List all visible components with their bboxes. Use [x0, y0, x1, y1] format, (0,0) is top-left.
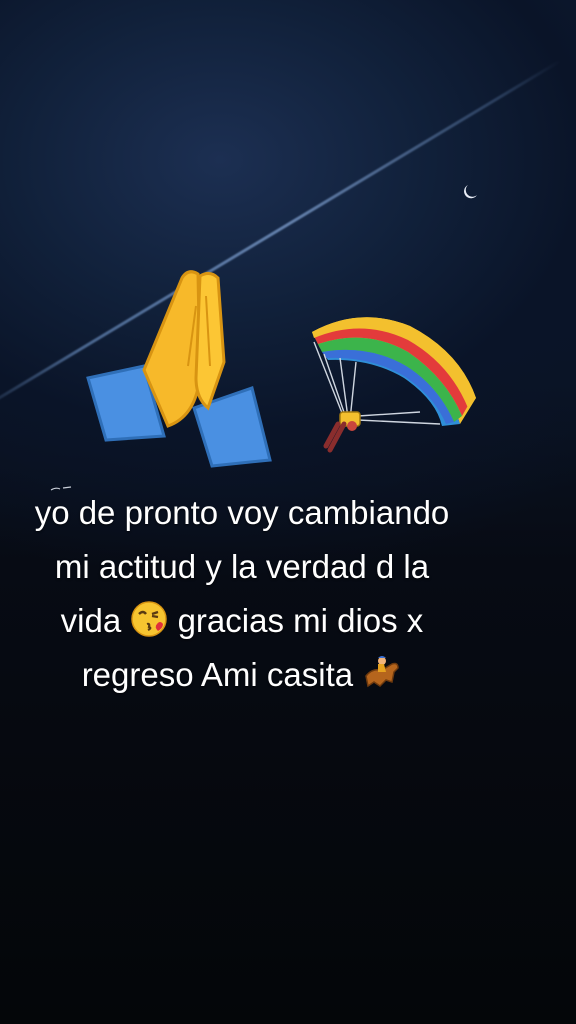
horse-racing-icon [365, 656, 400, 688]
caption-line-2: mi actitud y la verdad d la [54, 548, 430, 585]
caption-line-3-end: gracias mi dios x [177, 602, 424, 639]
crescent-moon-icon [464, 185, 477, 199]
overlay-caption: yo de pronto voy cambiando mi actitud y … [0, 486, 484, 702]
folded-hands-icon [86, 270, 272, 468]
caption-line-3-start: vida [60, 602, 122, 639]
caption-line-3: vida gracias mi dios x [0, 594, 484, 648]
parachute-icon [312, 317, 476, 453]
caption-line-4-text: regreso Ami casita [81, 656, 354, 693]
caption-line-4: regreso Ami casita [0, 648, 484, 702]
face-blowing-kiss-icon [131, 601, 168, 637]
caption-line-1: yo de pronto voy cambiando [34, 494, 450, 531]
